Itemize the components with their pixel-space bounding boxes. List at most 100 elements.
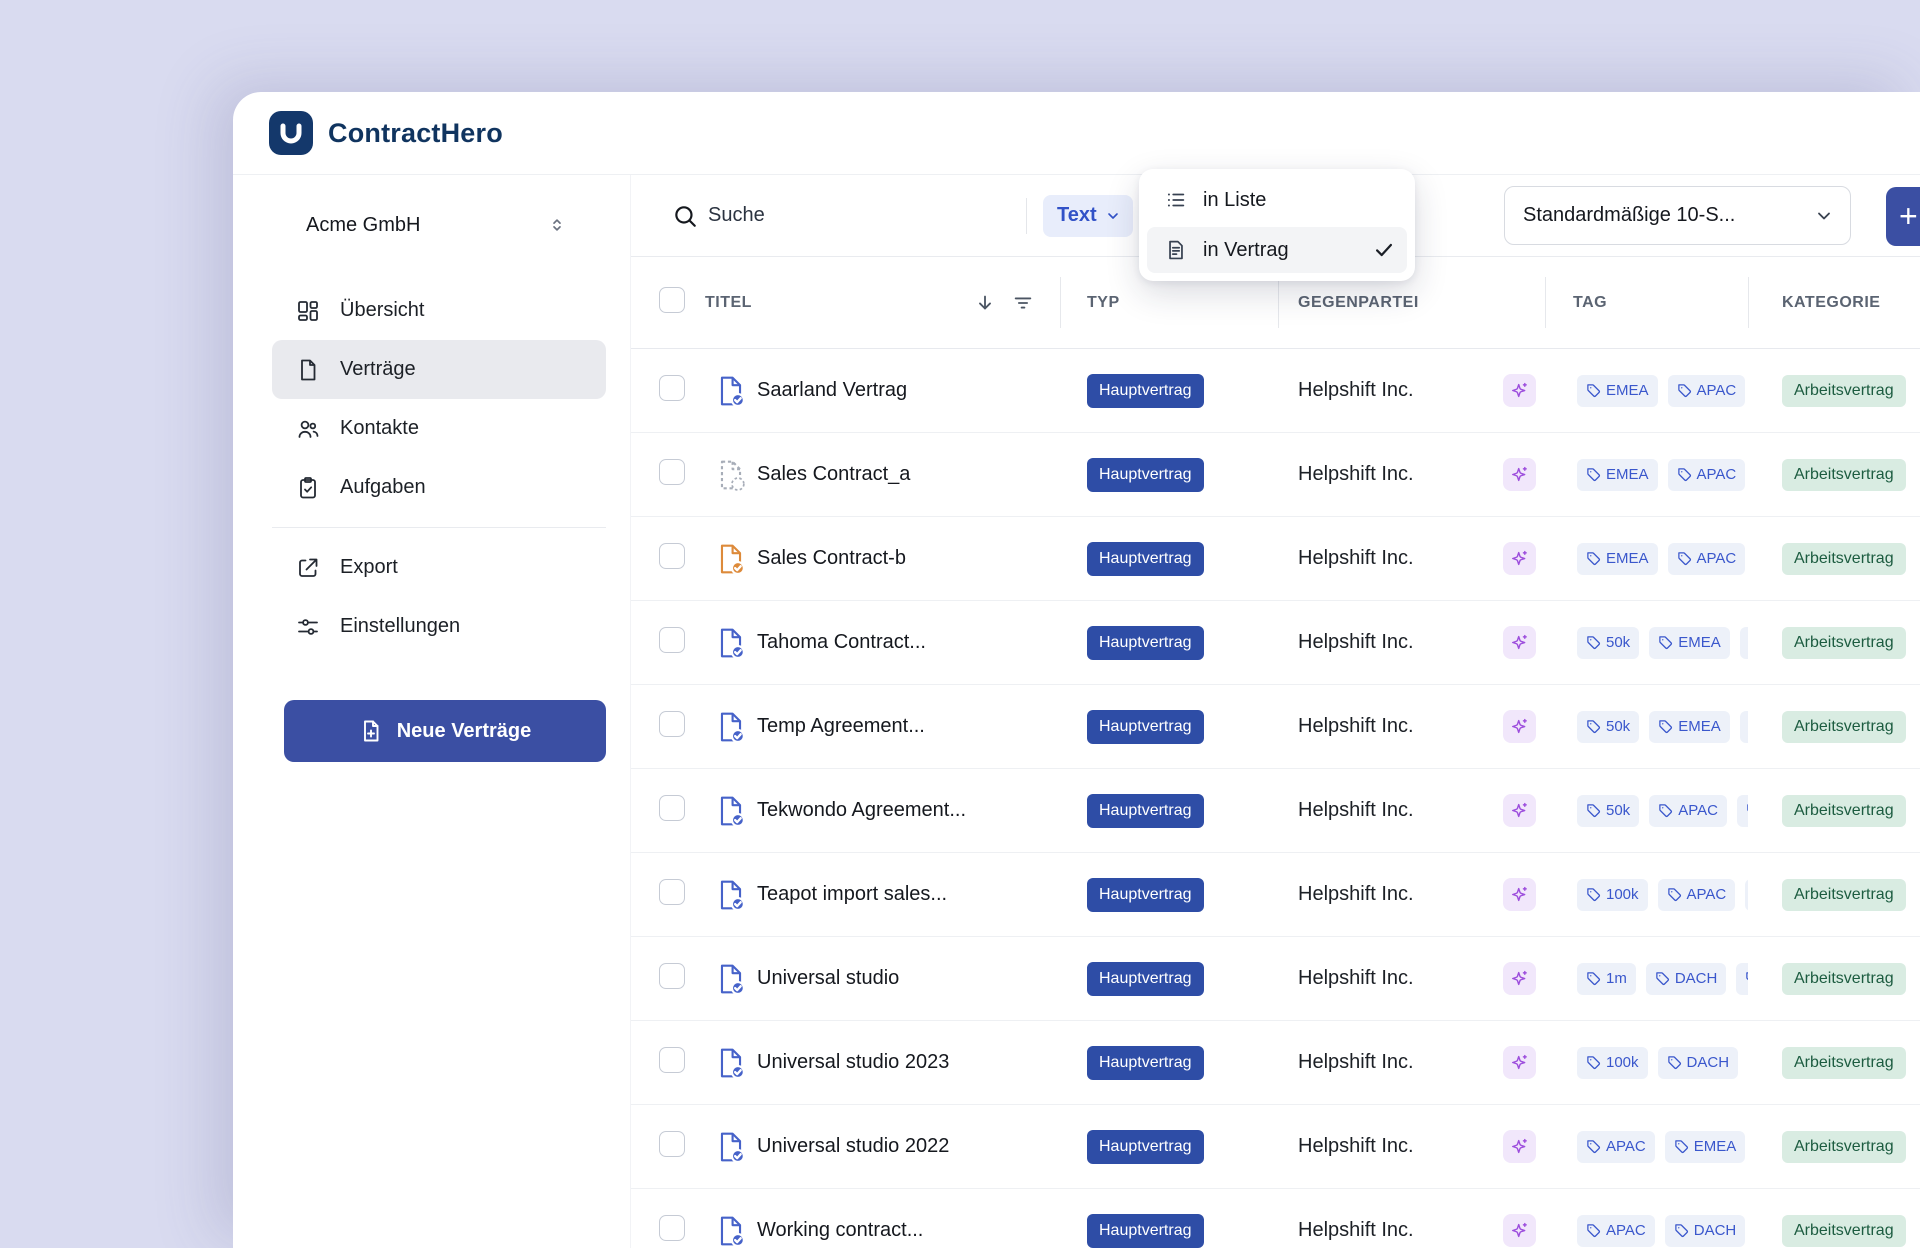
- table-body: Saarland Vertrag Hauptvertrag Helpshift …: [631, 349, 1920, 1248]
- sidebar-item-vertraege[interactable]: Verträge: [272, 340, 606, 399]
- contract-type-badge: Hauptvertrag: [1087, 710, 1204, 744]
- ai-tag-button[interactable]: [1503, 710, 1536, 743]
- row-counterparty: Helpshift Inc.: [1298, 1219, 1414, 1241]
- column-separator: [1748, 277, 1749, 328]
- sidebar-item-aufgaben[interactable]: Aufgaben: [272, 458, 606, 517]
- contract-type-badge: Hauptvertrag: [1087, 458, 1204, 492]
- tag-icon: [1586, 1223, 1601, 1238]
- row-checkbox[interactable]: [659, 795, 685, 821]
- row-title: Tekwondo Agreement...: [757, 799, 966, 822]
- new-contract-button[interactable]: Neue Verträge: [284, 700, 606, 762]
- tag-icon: [1667, 1055, 1682, 1070]
- sidebar-item-uebersicht[interactable]: Übersicht: [272, 281, 606, 340]
- table-row[interactable]: Sales Contract_a Hauptvertrag Helpshift …: [631, 433, 1920, 517]
- tag-chip: EMEA: [1577, 543, 1658, 575]
- row-counterparty: Helpshift Inc.: [1298, 967, 1414, 989]
- category-chip: Arbeitsvertrag: [1782, 543, 1906, 575]
- sidebar-item-kontakte[interactable]: Kontakte: [272, 399, 606, 458]
- table-row[interactable]: Universal studio 2023 Hauptvertrag Helps…: [631, 1021, 1920, 1105]
- sidebar-item-label: Kontakte: [340, 417, 419, 440]
- sliders-icon: [296, 615, 320, 639]
- ai-tag-button[interactable]: [1503, 458, 1536, 491]
- table-row[interactable]: Tahoma Contract... Hauptvertrag Helpshif…: [631, 601, 1920, 685]
- ai-tag-button[interactable]: [1503, 626, 1536, 659]
- sparkle-icon: [1510, 885, 1529, 904]
- table-row[interactable]: Teapot import sales... Hauptvertrag Help…: [631, 853, 1920, 937]
- sidebar-item-label: Export: [340, 556, 398, 579]
- filter-icon[interactable]: [1012, 292, 1034, 314]
- table-row[interactable]: Saarland Vertrag Hauptvertrag Helpshift …: [631, 349, 1920, 433]
- search-input[interactable]: [708, 204, 1026, 227]
- table-row[interactable]: Tekwondo Agreement... Hauptvertrag Helps…: [631, 769, 1920, 853]
- tag-icon: [1677, 383, 1692, 398]
- tag-icon: [1586, 887, 1601, 902]
- row-checkbox[interactable]: [659, 879, 685, 905]
- row-counterparty: Helpshift Inc.: [1298, 715, 1414, 737]
- row-title: Universal studio 2023: [757, 1051, 949, 1074]
- row-checkbox[interactable]: [659, 459, 685, 485]
- tag-list: 100kAPAC: [1577, 879, 1748, 911]
- row-checkbox[interactable]: [659, 1215, 685, 1241]
- ai-tag-button[interactable]: [1503, 374, 1536, 407]
- tag-icon: [1586, 971, 1601, 986]
- row-checkbox[interactable]: [659, 1131, 685, 1157]
- tag-chip: APAC: [1668, 459, 1746, 491]
- tag-chip: APAC: [1658, 879, 1736, 911]
- tag-chip-clipped: [1736, 963, 1748, 995]
- tag-chip: 100k: [1577, 1047, 1648, 1079]
- row-checkbox[interactable]: [659, 1047, 685, 1073]
- chevron-down-icon: [1814, 206, 1834, 226]
- app-header: ContractHero: [233, 92, 1920, 175]
- select-all-checkbox[interactable]: [659, 287, 685, 313]
- sort-desc-icon[interactable]: [974, 292, 996, 314]
- org-switcher[interactable]: Acme GmbH: [272, 203, 572, 247]
- ai-tag-button[interactable]: [1503, 962, 1536, 995]
- row-checkbox[interactable]: [659, 711, 685, 737]
- tag-chip: 1m: [1577, 963, 1636, 995]
- ai-tag-button[interactable]: [1503, 1214, 1536, 1247]
- dropdown-item-in-liste[interactable]: in Liste: [1147, 177, 1407, 223]
- row-checkbox[interactable]: [659, 963, 685, 989]
- sidebar-item-einstellungen[interactable]: Einstellungen: [272, 597, 606, 656]
- tag-list: APACDACH: [1577, 1215, 1745, 1247]
- search-scope-dropdown: in Liste in Vertrag: [1139, 169, 1415, 281]
- table-row[interactable]: Temp Agreement... Hauptvertrag Helpshift…: [631, 685, 1920, 769]
- sparkle-icon: [1510, 969, 1529, 988]
- ai-tag-button[interactable]: [1503, 878, 1536, 911]
- ai-tag-button[interactable]: [1503, 542, 1536, 575]
- tag-chip: EMEA: [1649, 711, 1730, 743]
- column-header-typ: TYP: [1087, 294, 1120, 311]
- sparkle-icon: [1510, 633, 1529, 652]
- tag-list: 50kEMEA: [1577, 711, 1748, 743]
- tag-icon: [1586, 719, 1601, 734]
- tag-list: EMEAAPAC: [1577, 543, 1745, 575]
- table-row[interactable]: Universal studio 2022 Hauptvertrag Helps…: [631, 1105, 1920, 1189]
- row-checkbox[interactable]: [659, 375, 685, 401]
- ai-tag-button[interactable]: [1503, 1130, 1536, 1163]
- tag-list: EMEAAPAC: [1577, 459, 1745, 491]
- view-select[interactable]: Standardmäßige 10-S...: [1504, 186, 1851, 245]
- add-contract-button[interactable]: +: [1886, 187, 1920, 246]
- row-checkbox[interactable]: [659, 627, 685, 653]
- column-header-tag: TAG: [1573, 294, 1607, 311]
- row-checkbox[interactable]: [659, 543, 685, 569]
- search-type-dropdown[interactable]: Text: [1043, 195, 1133, 237]
- column-separator: [1278, 277, 1279, 328]
- tag-chip: DACH: [1665, 1215, 1746, 1247]
- table-row[interactable]: Working contract... Hauptvertrag Helpshi…: [631, 1189, 1920, 1248]
- table-row[interactable]: Universal studio Hauptvertrag Helpshift …: [631, 937, 1920, 1021]
- tag-icon: [1674, 1139, 1689, 1154]
- dropdown-item-in-vertrag[interactable]: in Vertrag: [1147, 227, 1407, 273]
- tag-chip: DACH: [1658, 1047, 1739, 1079]
- search-icon: [672, 203, 698, 229]
- tag-chip: EMEA: [1649, 627, 1730, 659]
- table-row[interactable]: Sales Contract-b Hauptvertrag Helpshift …: [631, 517, 1920, 601]
- tag-chip: APAC: [1649, 795, 1727, 827]
- contract-type-badge: Hauptvertrag: [1087, 374, 1204, 408]
- ai-tag-button[interactable]: [1503, 794, 1536, 827]
- new-contract-label: Neue Verträge: [397, 720, 532, 743]
- ai-tag-button[interactable]: [1503, 1046, 1536, 1079]
- tag-icon: [1586, 803, 1601, 818]
- sidebar-item-export[interactable]: Export: [272, 538, 606, 597]
- dropdown-item-label: in Vertrag: [1203, 239, 1289, 262]
